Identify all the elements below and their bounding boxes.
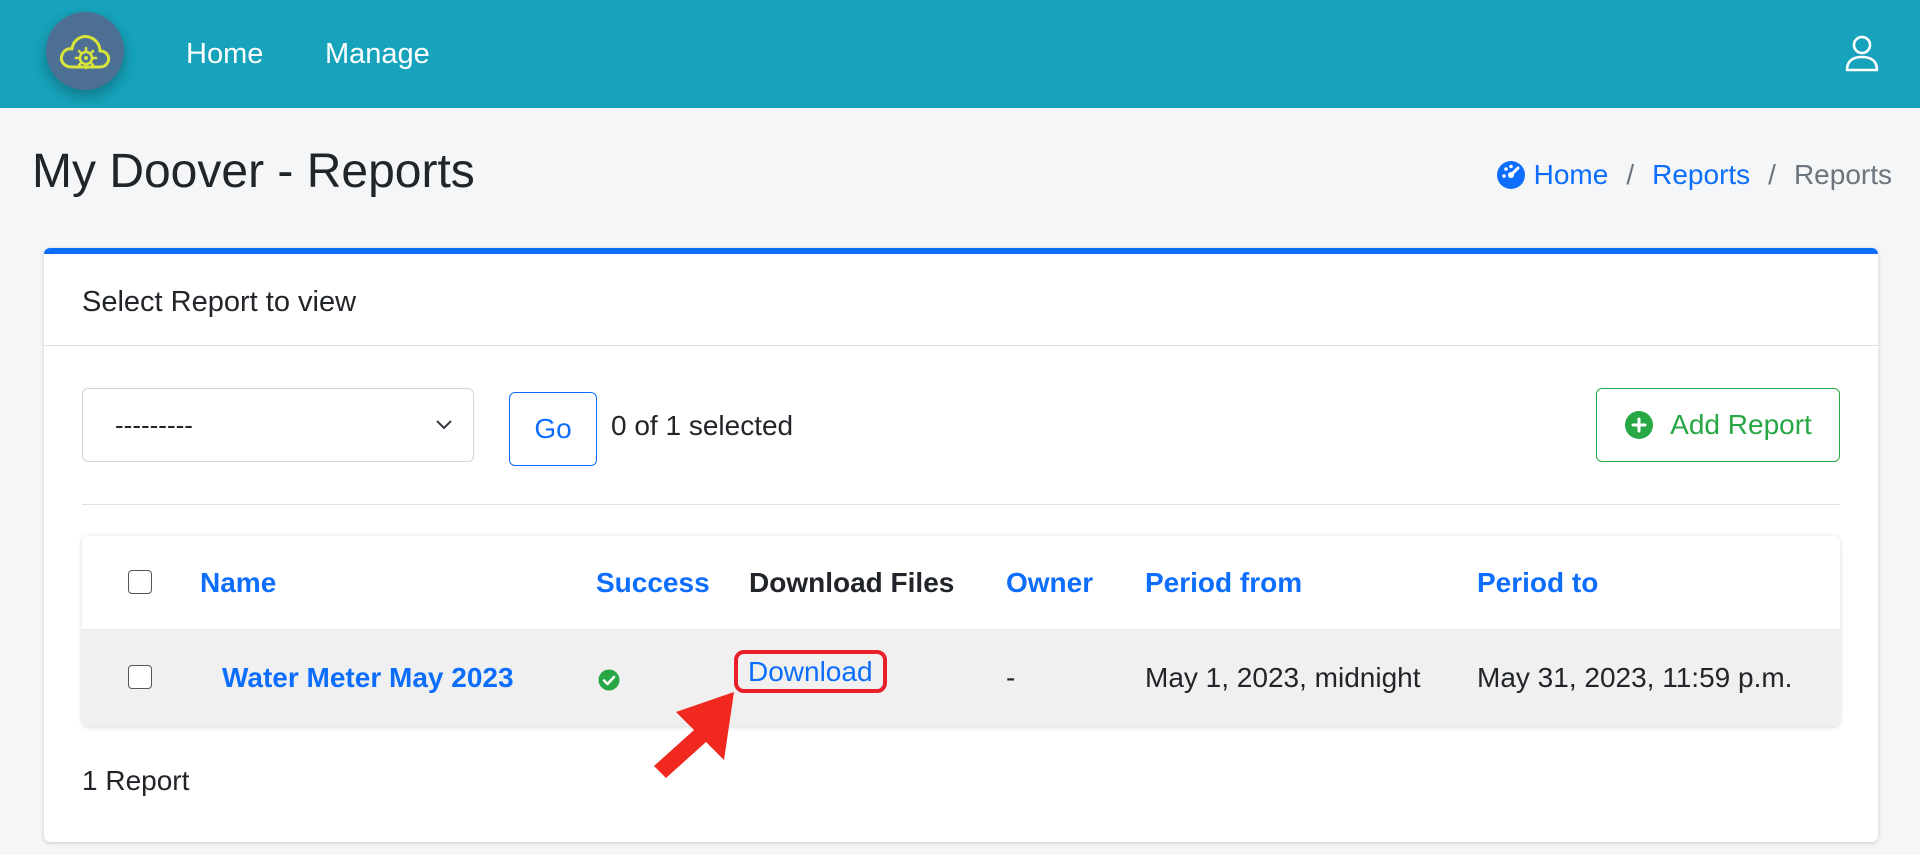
column-header-name[interactable]: Name <box>200 566 276 600</box>
top-navbar: Home Manage <box>0 0 1920 108</box>
chevron-down-icon <box>436 420 452 430</box>
breadcrumb-separator: / <box>1768 159 1776 190</box>
report-count: 1 Report <box>82 765 190 796</box>
column-header-success[interactable]: Success <box>596 566 710 600</box>
cloud-gear-icon <box>59 35 111 70</box>
page-title: My Doover - Reports <box>32 145 475 198</box>
divider <box>82 504 1840 505</box>
breadcrumb-reports-link[interactable]: Reports <box>1652 157 1750 193</box>
select-all-checkbox[interactable] <box>128 570 152 594</box>
add-report-label: Add Report <box>1670 409 1812 440</box>
dashboard-icon <box>1496 161 1525 189</box>
user-icon[interactable] <box>1844 34 1880 72</box>
table-header: Name Success Download Files Owner Period… <box>82 536 1840 630</box>
period-from-cell: May 1, 2023, midnight <box>1145 662 1421 693</box>
check-circle-icon <box>598 669 620 691</box>
breadcrumb: Home / Reports / Reports <box>1496 157 1892 193</box>
download-link[interactable]: Download <box>734 650 887 693</box>
nav-manage-link[interactable]: Manage <box>325 36 430 72</box>
action-select-value: --------- <box>115 410 193 440</box>
breadcrumb-separator: / <box>1626 159 1635 190</box>
selected-count: 0 of 1 selected <box>611 410 794 441</box>
add-report-button[interactable]: Add Report <box>1596 388 1840 462</box>
reports-card: Select Report to view --------- Go 0 of … <box>44 248 1878 842</box>
reports-table: Name Success Download Files Owner Period… <box>82 536 1840 726</box>
column-header-download-files: Download Files <box>749 567 955 598</box>
plus-circle-icon <box>1625 411 1654 439</box>
card-header: Select Report to view <box>44 254 1878 346</box>
column-header-period-from[interactable]: Period from <box>1145 566 1302 600</box>
report-name-link[interactable]: Water Meter May 2023 <box>222 662 514 693</box>
column-header-owner[interactable]: Owner <box>1006 566 1093 600</box>
period-to-cell: May 31, 2023, 11:59 p.m. <box>1477 662 1793 693</box>
column-header-period-to[interactable]: Period to <box>1477 566 1598 600</box>
nav-home-link[interactable]: Home <box>186 36 263 72</box>
owner-cell: - <box>1006 662 1016 693</box>
breadcrumb-current: Reports <box>1793 159 1892 190</box>
annotation-arrow-icon <box>654 692 734 778</box>
breadcrumb-home-link[interactable]: Home <box>1534 157 1609 193</box>
table-row: Water Meter May 2023 Download - May 1, 2… <box>82 630 1840 726</box>
app-logo[interactable] <box>46 12 124 90</box>
go-button[interactable]: Go <box>509 392 597 466</box>
row-checkbox[interactable] <box>128 665 152 689</box>
action-select[interactable]: --------- <box>82 388 474 462</box>
card-title: Select Report to view <box>82 286 357 318</box>
